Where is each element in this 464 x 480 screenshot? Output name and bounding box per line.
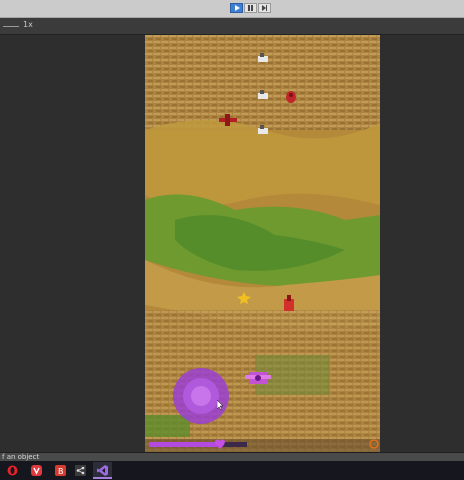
share-icon [75, 465, 86, 476]
turret-icon [258, 90, 268, 99]
svg-text:B: B [58, 467, 64, 476]
letterbox-right [380, 35, 464, 452]
taskbar-visual-studio[interactable] [93, 462, 112, 479]
play-button[interactable] [230, 3, 243, 13]
letterbox-left [0, 35, 145, 452]
turret-icon [258, 53, 268, 62]
status-text: f an object [2, 453, 40, 461]
enemy-tank-icon [284, 295, 294, 311]
player-ship-icon [245, 372, 271, 384]
opera-icon [7, 465, 18, 476]
step-button[interactable] [258, 3, 271, 13]
taskbar-brave[interactable]: B [51, 462, 70, 479]
enemy-plane-icon [219, 114, 237, 126]
enemy-tank-icon [286, 91, 296, 103]
taskbar: B [0, 461, 464, 480]
vivaldi-icon [31, 465, 42, 476]
taskbar-vivaldi[interactable] [27, 462, 46, 479]
play-controls [230, 3, 271, 13]
pause-button[interactable] [244, 3, 257, 13]
scale-label: 1x [23, 20, 33, 29]
pause-icon [248, 5, 253, 11]
powerup-star-icon [237, 292, 251, 304]
mouse-cursor-icon [217, 400, 224, 410]
taskbar-share[interactable] [71, 462, 90, 479]
health-bar [149, 439, 247, 449]
play-icon [235, 5, 240, 11]
pause-game-icon[interactable] [369, 439, 379, 449]
taskbar-opera[interactable] [3, 462, 22, 479]
step-icon [262, 5, 267, 11]
editor-toolbar [0, 0, 464, 18]
game-view-header: 1x [0, 18, 464, 35]
virtual-joystick[interactable] [172, 367, 230, 425]
scale-slider[interactable] [3, 26, 19, 27]
turret-icon [258, 125, 268, 134]
visual-studio-icon [97, 465, 108, 476]
brave-icon: B [55, 465, 66, 476]
game-viewport[interactable] [145, 35, 380, 452]
